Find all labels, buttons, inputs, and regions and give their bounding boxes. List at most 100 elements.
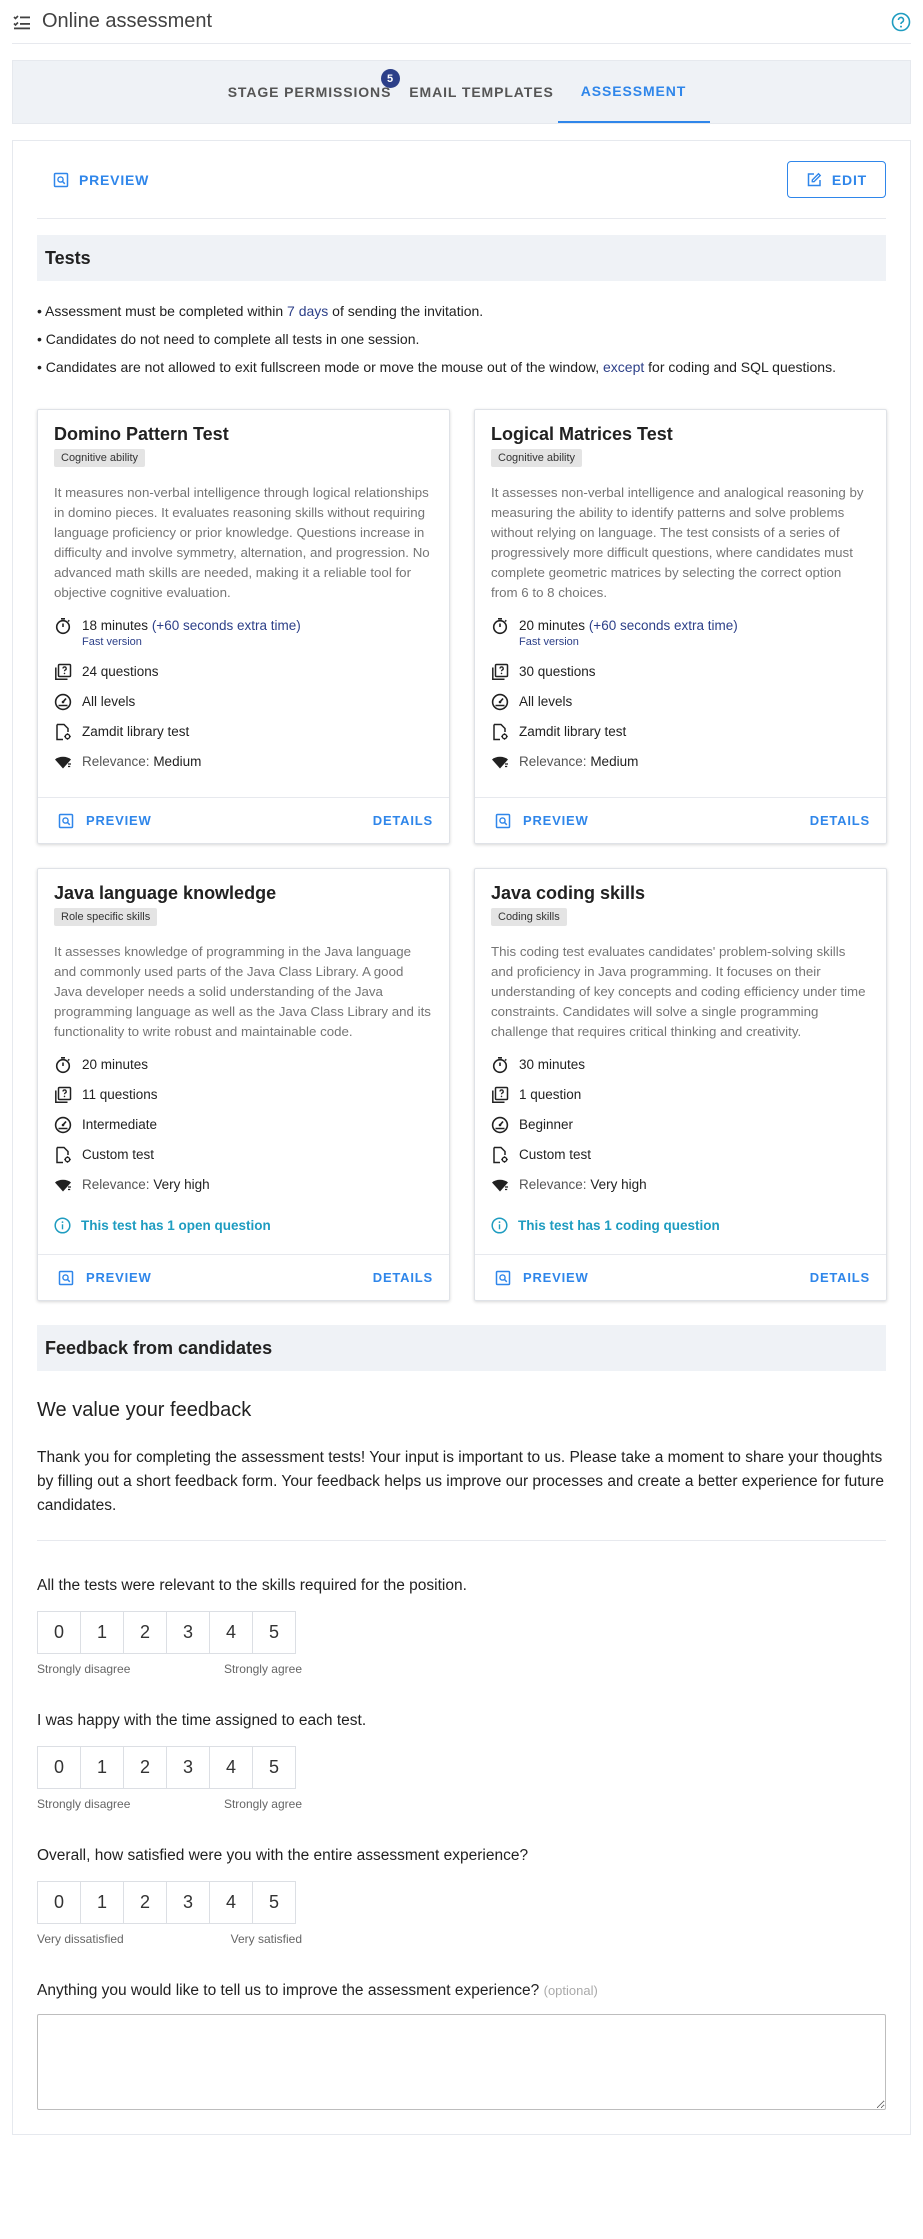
duration-text: 30 minutes <box>519 1056 585 1074</box>
questions-value: 24 questions <box>82 664 159 679</box>
test-note-text: This test has 1 coding question <box>518 1217 720 1233</box>
duration-value: 18 minutes <box>82 618 149 633</box>
help-icon[interactable] <box>891 12 911 32</box>
rating-scale: 012345 <box>37 1881 886 1924</box>
version-label: Fast version <box>519 636 579 648</box>
test-category-chip: Cognitive ability <box>491 449 583 467</box>
test-level: Beginner <box>491 1116 870 1146</box>
test-relevance: Relevance: Very high <box>491 1176 870 1206</box>
test-source: Custom test <box>54 1146 433 1176</box>
rating-option-2[interactable]: 2 <box>123 1881 167 1924</box>
rating-option-5[interactable]: 5 <box>252 1611 296 1654</box>
rating-option-1[interactable]: 1 <box>80 1611 124 1654</box>
rating-scale-labels: Strongly disagree Strongly agree <box>37 1797 302 1811</box>
page-title: Online assessment <box>42 10 213 32</box>
rating-scale: 012345 <box>37 1746 886 1789</box>
rating-option-0[interactable]: 0 <box>37 1881 81 1924</box>
rating-question: I was happy with the time assigned to ea… <box>37 1712 886 1811</box>
tab-stage-permissions[interactable]: STAGE PERMISSIONS 5 <box>214 61 406 123</box>
rating-option-5[interactable]: 5 <box>252 1881 296 1924</box>
relevance-label: Relevance: <box>82 754 150 769</box>
rating-option-2[interactable]: 2 <box>123 1611 167 1654</box>
test-card-footer: PREVIEW DETAILS <box>475 1254 886 1300</box>
relevance-text: Relevance: Very high <box>519 1176 647 1194</box>
test-facts: 30 minutes 1 question Beginner Custom test R… <box>491 1056 870 1206</box>
tab-label: EMAIL TEMPLATES <box>409 84 554 100</box>
test-relevance: Relevance: Medium <box>491 753 870 783</box>
relevance-value: Very high <box>153 1177 210 1192</box>
duration-text: 18 minutes (+60 seconds extra time) Fast … <box>82 617 301 649</box>
rating-option-4[interactable]: 4 <box>209 1881 253 1924</box>
rating-option-2[interactable]: 2 <box>123 1746 167 1789</box>
rating-question-text: All the tests were relevant to the skill… <box>37 1577 467 1594</box>
relevance-value: Very high <box>590 1177 647 1192</box>
signal-icon <box>491 1176 509 1194</box>
test-card: Java coding skills Coding skills This codi… <box>474 868 887 1301</box>
rating-option-3[interactable]: 3 <box>166 1611 210 1654</box>
test-details-button[interactable]: DETAILS <box>373 813 433 828</box>
test-relevance: Relevance: Medium <box>54 753 433 783</box>
rating-option-3[interactable]: 3 <box>166 1746 210 1789</box>
speedometer-icon <box>491 1116 509 1134</box>
edit-button[interactable]: EDIT <box>786 161 886 198</box>
questions-value: 1 question <box>519 1087 582 1102</box>
quiz-icon <box>54 663 72 681</box>
rating-option-5[interactable]: 5 <box>252 1746 296 1789</box>
source-value: Zamdit library test <box>82 724 190 739</box>
test-description: This coding test evaluates candidates' p… <box>491 944 866 1039</box>
test-level: All levels <box>54 693 433 723</box>
test-preview-button[interactable]: PREVIEW <box>58 813 152 829</box>
rating-option-4[interactable]: 4 <box>209 1746 253 1789</box>
test-category-chip: Coding skills <box>491 908 567 926</box>
test-level: Intermediate <box>54 1116 433 1146</box>
stopwatch-icon <box>491 617 509 635</box>
test-questions: 11 questions <box>54 1086 433 1116</box>
level-value: All levels <box>82 694 136 709</box>
tab-assessment[interactable]: ASSESSMENT <box>557 61 710 123</box>
test-facts: 18 minutes (+60 seconds extra time) Fast … <box>54 617 433 783</box>
relevance-label: Relevance: <box>82 1177 150 1192</box>
speedometer-icon <box>491 693 509 711</box>
tab-email-templates[interactable]: EMAIL TEMPLATES <box>406 61 558 123</box>
rating-option-0[interactable]: 0 <box>37 1611 81 1654</box>
test-card: Logical Matrices Test Cognitive ability It… <box>474 409 887 844</box>
feedback-title: We value your feedback <box>37 1399 252 1421</box>
edit-icon <box>806 172 822 188</box>
tab-label: ASSESSMENT <box>580 83 687 99</box>
rating-option-1[interactable]: 1 <box>80 1746 124 1789</box>
rule-text: Candidates do not need to complete all t… <box>45 331 420 347</box>
test-preview-button[interactable]: PREVIEW <box>58 1270 152 1286</box>
test-questions: 1 question <box>491 1086 870 1116</box>
action-row: PREVIEW EDIT <box>37 141 886 219</box>
test-card-footer: PREVIEW DETAILS <box>38 1254 449 1300</box>
rule-text: Assessment must be completed within <box>45 303 288 319</box>
test-details-button[interactable]: DETAILS <box>810 1270 870 1285</box>
test-source: Zamdit library test <box>54 723 433 753</box>
test-duration: 20 minutes <box>54 1056 433 1086</box>
test-details-button[interactable]: DETAILS <box>373 1270 433 1285</box>
test-note: This test has 1 coding question <box>491 1210 870 1240</box>
rating-option-0[interactable]: 0 <box>37 1746 81 1789</box>
scale-min-label: Very dissatisfied <box>37 1932 124 1946</box>
feedback-textarea[interactable] <box>37 2014 886 2110</box>
test-description: It assesses non-verbal intelligence and … <box>491 485 864 600</box>
test-preview-label: PREVIEW <box>523 1270 589 1285</box>
info-icon <box>491 1216 508 1234</box>
rating-option-3[interactable]: 3 <box>166 1881 210 1924</box>
rating-question-text: Overall, how satisfied were you with the… <box>37 1847 529 1864</box>
rating-question-text: I was happy with the time assigned to ea… <box>37 1712 367 1729</box>
preview-button[interactable]: PREVIEW <box>37 172 149 188</box>
scale-max-label: Strongly agree <box>223 1662 302 1676</box>
info-icon <box>54 1216 71 1234</box>
test-preview-button[interactable]: PREVIEW <box>495 1270 589 1286</box>
feedback-intro: Thank you for completing the assessment … <box>37 1446 886 1541</box>
test-preview-button[interactable]: PREVIEW <box>495 813 589 829</box>
rating-option-1[interactable]: 1 <box>80 1881 124 1924</box>
source-value: Zamdit library test <box>519 724 627 739</box>
rating-option-4[interactable]: 4 <box>209 1611 253 1654</box>
test-note-text: This test has 1 open question <box>81 1217 271 1233</box>
assessment-rules: • Assessment must be completed within 7 … <box>37 297 886 381</box>
test-details-button[interactable]: DETAILS <box>810 813 870 828</box>
test-card-body: Domino Pattern Test Cognitive ability It m… <box>38 410 449 783</box>
preview-icon <box>58 1270 74 1286</box>
